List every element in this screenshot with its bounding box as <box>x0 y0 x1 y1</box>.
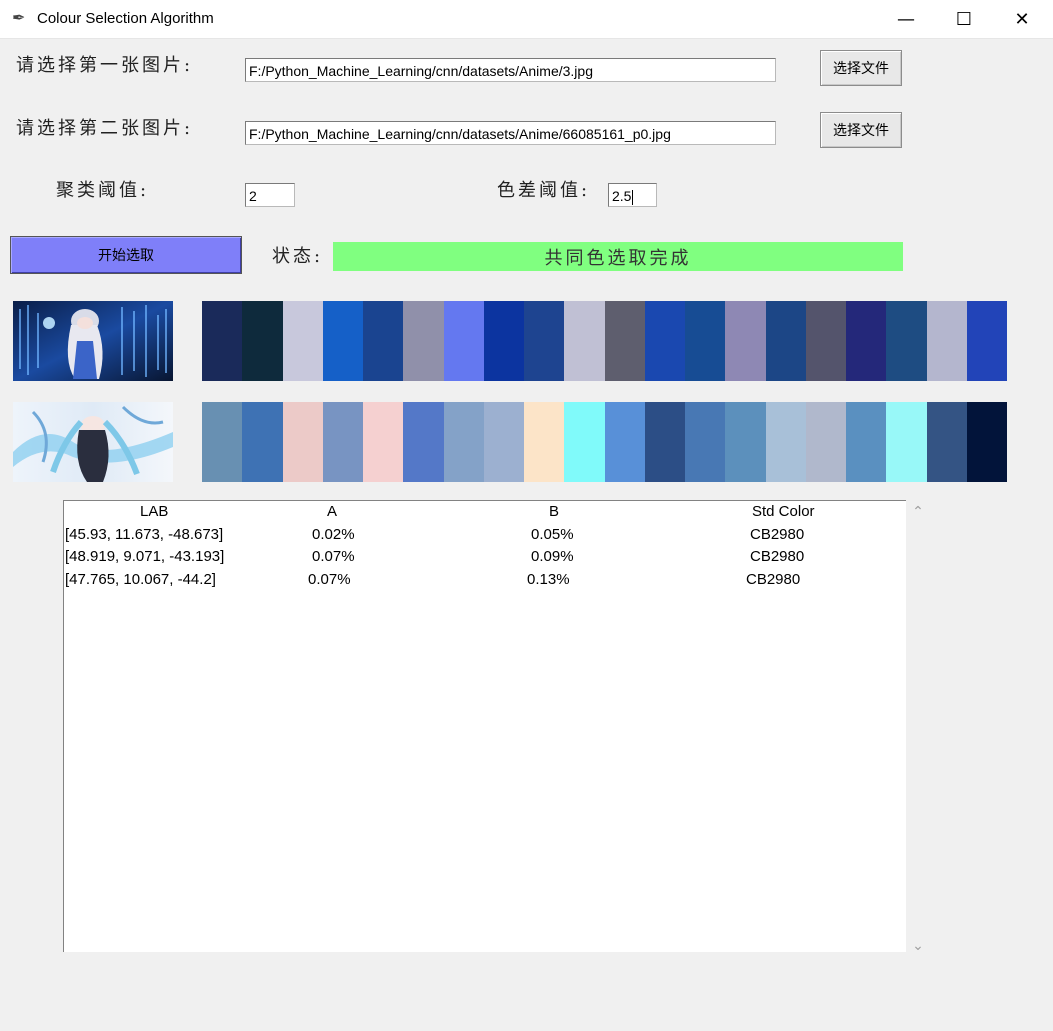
maximize-button[interactable]: ☐ <box>935 0 993 38</box>
result-row[interactable]: [48.919, 9.071, -43.193] 0.07% 0.09% CB2… <box>64 546 906 569</box>
title-bar: ✒ Colour Selection Algorithm — ☐ ✕ <box>0 0 1053 39</box>
color-diff-value: 2.5 <box>612 188 632 204</box>
text-caret <box>632 189 634 205</box>
palette-swatch <box>604 402 645 482</box>
palette-swatch <box>725 301 766 381</box>
cluster-threshold-label: 聚类阈值: <box>56 180 150 201</box>
result-row[interactable]: [45.93, 11.673, -48.673] 0.02% 0.05% CB2… <box>64 524 906 547</box>
palette-swatch <box>363 402 404 482</box>
feather-icon: ✒ <box>12 8 26 27</box>
result-std-color: CB2980 <box>750 548 805 565</box>
header-b: B <box>549 503 560 520</box>
result-b: 0.09% <box>531 548 574 565</box>
results-header-row: LAB A B Std Color <box>64 501 906 524</box>
palette-swatch <box>322 301 363 381</box>
result-row[interactable]: [47.765, 10.067, -44.2] 0.07% 0.13% CB29… <box>64 569 906 592</box>
status-label: 状态: <box>272 246 324 267</box>
start-selection-button[interactable]: 开始选取 <box>10 236 242 274</box>
palette-swatch <box>564 402 605 482</box>
palette-swatch <box>926 402 967 482</box>
result-lab: [47.765, 10.067, -44.2] <box>65 570 216 588</box>
close-button[interactable]: ✕ <box>993 0 1051 38</box>
result-a: 0.02% <box>312 525 355 543</box>
scroll-up-arrow[interactable]: ⌃ <box>907 502 929 522</box>
image2-path-input[interactable]: F:/Python_Machine_Learning/cnn/datasets/… <box>245 121 776 145</box>
image1-palette <box>202 301 1007 381</box>
image1-path-input[interactable]: F:/Python_Machine_Learning/cnn/datasets/… <box>245 58 776 82</box>
palette-swatch <box>765 402 806 482</box>
color-diff-threshold-input[interactable]: 2.5 <box>608 183 657 207</box>
palette-swatch <box>725 402 766 482</box>
palette-swatch <box>524 301 565 381</box>
palette-swatch <box>604 301 645 381</box>
palette-swatch <box>282 301 323 381</box>
minimize-icon: — <box>897 8 915 30</box>
palette-swatch <box>805 402 846 482</box>
palette-swatch <box>644 301 685 381</box>
header-std-color: Std Color <box>752 503 815 520</box>
palette-swatch <box>242 301 283 381</box>
image2-label: 请选择第二张图片: <box>16 118 194 139</box>
minimize-button[interactable]: — <box>877 0 935 38</box>
result-b: 0.13% <box>527 570 570 588</box>
palette-swatch <box>202 301 243 381</box>
palette-swatch <box>443 402 484 482</box>
palette-swatch <box>926 301 967 381</box>
palette-swatch <box>846 301 887 381</box>
choose-file1-button[interactable]: 选择文件 <box>820 50 902 86</box>
palette-swatch <box>685 301 726 381</box>
result-lab: [48.919, 9.071, -43.193] <box>65 548 225 565</box>
palette-swatch <box>282 402 323 482</box>
palette-swatch <box>805 301 846 381</box>
palette-swatch <box>966 301 1007 381</box>
palette-swatch <box>483 402 524 482</box>
color-diff-threshold-label: 色差阈值: <box>497 180 591 201</box>
status-display: 共同色选取完成 <box>333 242 903 271</box>
result-b: 0.05% <box>531 525 574 543</box>
result-lab: [45.93, 11.673, -48.673] <box>65 525 224 543</box>
scroll-down-arrow[interactable]: ⌄ <box>907 936 929 956</box>
results-listbox[interactable]: LAB A B Std Color [45.93, 11.673, -48.67… <box>63 500 906 952</box>
image2-thumbnail <box>13 402 173 482</box>
palette-swatch <box>483 301 524 381</box>
palette-swatch <box>765 301 806 381</box>
palette-swatch <box>966 402 1007 482</box>
image2-palette <box>202 402 1007 482</box>
image1-thumbnail <box>13 301 173 381</box>
palette-swatch <box>564 301 605 381</box>
palette-swatch <box>644 402 685 482</box>
header-lab: LAB <box>140 503 169 520</box>
image1-label: 请选择第一张图片: <box>16 55 194 76</box>
result-std-color: CB2980 <box>746 570 801 588</box>
palette-swatch <box>886 402 927 482</box>
palette-swatch <box>202 402 243 482</box>
results-scrollbar[interactable]: ⌃ ⌄ <box>907 500 929 956</box>
palette-swatch <box>443 301 484 381</box>
maximize-icon: ☐ <box>955 8 973 30</box>
palette-swatch <box>685 402 726 482</box>
palette-swatch <box>403 301 444 381</box>
choose-file2-button[interactable]: 选择文件 <box>820 112 902 148</box>
palette-swatch <box>524 402 565 482</box>
palette-swatch <box>403 402 444 482</box>
close-icon: ✕ <box>1014 8 1030 30</box>
palette-swatch <box>886 301 927 381</box>
palette-swatch <box>363 301 404 381</box>
palette-swatch <box>322 402 363 482</box>
palette-swatch <box>846 402 887 482</box>
result-a: 0.07% <box>308 570 351 588</box>
palette-swatch <box>242 402 283 482</box>
cluster-threshold-input[interactable]: 2 <box>245 183 295 207</box>
window-title: Colour Selection Algorithm <box>37 10 214 27</box>
result-std-color: CB2980 <box>750 525 805 543</box>
header-a: A <box>327 503 338 520</box>
result-a: 0.07% <box>312 548 355 565</box>
